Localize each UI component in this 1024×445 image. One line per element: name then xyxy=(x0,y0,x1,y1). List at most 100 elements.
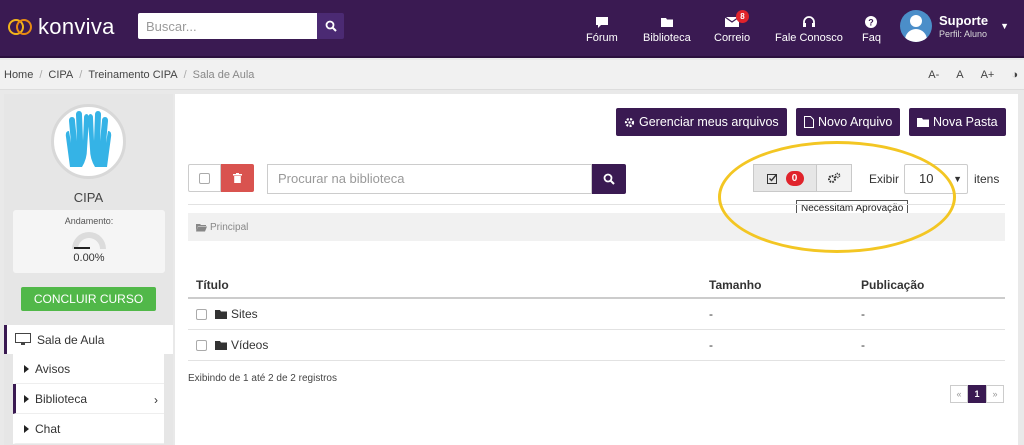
caret-down-icon: ▼ xyxy=(1000,21,1010,31)
manage-files-button[interactable]: Gerenciar meus arquivos xyxy=(616,108,787,136)
progress-box: Andamento: 0.00% xyxy=(13,210,165,273)
nav-faq[interactable]: ? Faq xyxy=(862,14,881,44)
library-search-input[interactable]: Procurar na biblioteca xyxy=(267,164,592,194)
monitor-icon xyxy=(15,333,31,345)
file-icon xyxy=(804,116,814,128)
table-row[interactable]: Sites - - xyxy=(188,299,1005,330)
progress-value: 0.00% xyxy=(73,252,105,264)
top-navbar: konviva Fórum Biblioteca 8 Correio Fale … xyxy=(0,0,1024,58)
folder-icon xyxy=(917,118,929,127)
row-title[interactable]: Sites xyxy=(231,307,258,321)
nav-correio-label: Correio xyxy=(714,32,751,44)
question-icon: ? xyxy=(865,16,878,28)
check-square-icon xyxy=(766,173,777,184)
page-size-value: 10 xyxy=(919,171,934,186)
nav-forum-label: Fórum xyxy=(586,32,618,44)
row-date: - xyxy=(861,307,865,321)
caret-right-icon xyxy=(24,424,29,433)
divider xyxy=(188,204,1005,205)
breadcrumb: Home / CIPA / Treinamento CIPA / Sala de Au… xyxy=(4,69,255,81)
row-size: - xyxy=(709,307,713,321)
gear-icon xyxy=(624,117,635,127)
files-table: Título Tamanho Publicação Sites - - Víde… xyxy=(188,278,1005,361)
global-search xyxy=(138,13,344,39)
course-sidebar: CIPA Andamento: 0.00% CONCLUIR CURSO Sal… xyxy=(4,94,173,445)
user-name: Suporte xyxy=(939,13,989,28)
folder-open-icon xyxy=(196,223,207,231)
global-search-input[interactable] xyxy=(138,13,317,39)
row-checkbox[interactable] xyxy=(196,339,207,351)
approval-count-badge: 0 xyxy=(785,170,804,186)
folder-icon xyxy=(215,341,227,350)
column-published[interactable]: Publicação xyxy=(861,278,1005,292)
accessibility-controls: A- A A+ ◑ xyxy=(911,69,1018,81)
breadcrumb-home[interactable]: Home xyxy=(4,69,33,81)
row-checkbox[interactable] xyxy=(196,308,207,320)
font-reset-button[interactable]: A xyxy=(956,69,963,81)
nav-biblioteca-label: Biblioteca xyxy=(643,32,691,44)
new-folder-button[interactable]: Nova Pasta xyxy=(909,108,1006,136)
user-menu[interactable]: Suporte Perfil: Aluno ▼ xyxy=(900,10,1009,42)
pagination-page-1[interactable]: 1 xyxy=(968,385,986,403)
menu-sala-de-aula-label: Sala de Aula xyxy=(37,332,105,347)
gears-icon xyxy=(828,172,841,183)
menu-item-biblioteca[interactable]: Biblioteca › xyxy=(13,384,164,414)
nav-forum[interactable]: Fórum xyxy=(586,14,618,44)
font-increase-button[interactable]: A+ xyxy=(981,69,995,81)
search-icon xyxy=(603,173,615,185)
records-info: Exibindo de 1 até 2 de 2 registros xyxy=(188,373,337,384)
table-row[interactable]: Vídeos - - xyxy=(188,330,1005,361)
select-all-checkbox[interactable] xyxy=(188,164,221,192)
column-title[interactable]: Título xyxy=(188,278,709,292)
folder-path[interactable]: Principal xyxy=(210,222,248,233)
settings-button[interactable] xyxy=(817,164,852,192)
breadcrumb-cipa[interactable]: CIPA xyxy=(48,69,73,81)
items-label: itens xyxy=(974,172,1000,186)
row-date: - xyxy=(861,338,865,352)
nav-fale-conosco-label: Fale Conosco xyxy=(775,32,843,44)
breadcrumb-current: Sala de Aula xyxy=(192,69,255,81)
svg-text:?: ? xyxy=(869,18,875,28)
menu-item-chat[interactable]: Chat xyxy=(13,414,164,444)
global-search-button[interactable] xyxy=(317,13,344,39)
column-size[interactable]: Tamanho xyxy=(709,278,861,292)
folder-icon xyxy=(660,18,673,27)
menu-sala-de-aula[interactable]: Sala de Aula xyxy=(4,325,173,354)
table-header: Título Tamanho Publicação xyxy=(188,278,1005,299)
mail-count-badge: 8 xyxy=(736,10,749,23)
breadcrumb-training[interactable]: Treinamento CIPA xyxy=(88,69,177,81)
contrast-icon[interactable]: ◑ xyxy=(1011,69,1018,81)
new-file-label: Novo Arquivo xyxy=(818,115,893,129)
nav-fale-conosco[interactable]: Fale Conosco xyxy=(775,14,843,44)
headset-icon xyxy=(802,16,815,27)
row-title[interactable]: Vídeos xyxy=(231,338,268,352)
progress-gauge xyxy=(72,232,106,249)
pagination-prev[interactable]: « xyxy=(950,385,968,403)
pagination-next[interactable]: » xyxy=(986,385,1004,403)
folder-path-bar: Principal xyxy=(188,213,1005,241)
new-file-button[interactable]: Novo Arquivo xyxy=(796,108,901,136)
nav-biblioteca[interactable]: Biblioteca xyxy=(643,14,691,44)
font-decrease-button[interactable]: A- xyxy=(928,69,939,81)
menu-item-avisos[interactable]: Avisos xyxy=(13,354,164,384)
avatar xyxy=(900,10,932,42)
trash-icon xyxy=(233,173,242,183)
page-size-select[interactable]: 10 ▼ xyxy=(904,164,968,194)
library-search-button[interactable] xyxy=(592,164,626,194)
caret-down-icon: ▼ xyxy=(953,174,962,184)
pending-approval-button[interactable]: 0 xyxy=(753,164,817,192)
page-size-label: Exibir xyxy=(869,172,900,186)
menu-item-label: Chat xyxy=(35,421,61,436)
new-folder-label: Nova Pasta xyxy=(933,115,998,129)
chevron-right-icon: › xyxy=(154,393,158,407)
konviva-logo[interactable]: konviva xyxy=(8,14,115,40)
delete-button[interactable] xyxy=(221,164,254,192)
raised-hands-icon xyxy=(65,111,112,167)
course-image xyxy=(51,104,126,179)
nav-correio[interactable]: 8 Correio xyxy=(714,10,751,44)
menu-item-label: Biblioteca xyxy=(35,391,88,406)
conclude-course-button[interactable]: CONCLUIR CURSO xyxy=(21,287,156,311)
menu-item-label: Avisos xyxy=(35,361,71,376)
chat-icon xyxy=(595,16,608,28)
caret-right-icon xyxy=(24,394,29,403)
